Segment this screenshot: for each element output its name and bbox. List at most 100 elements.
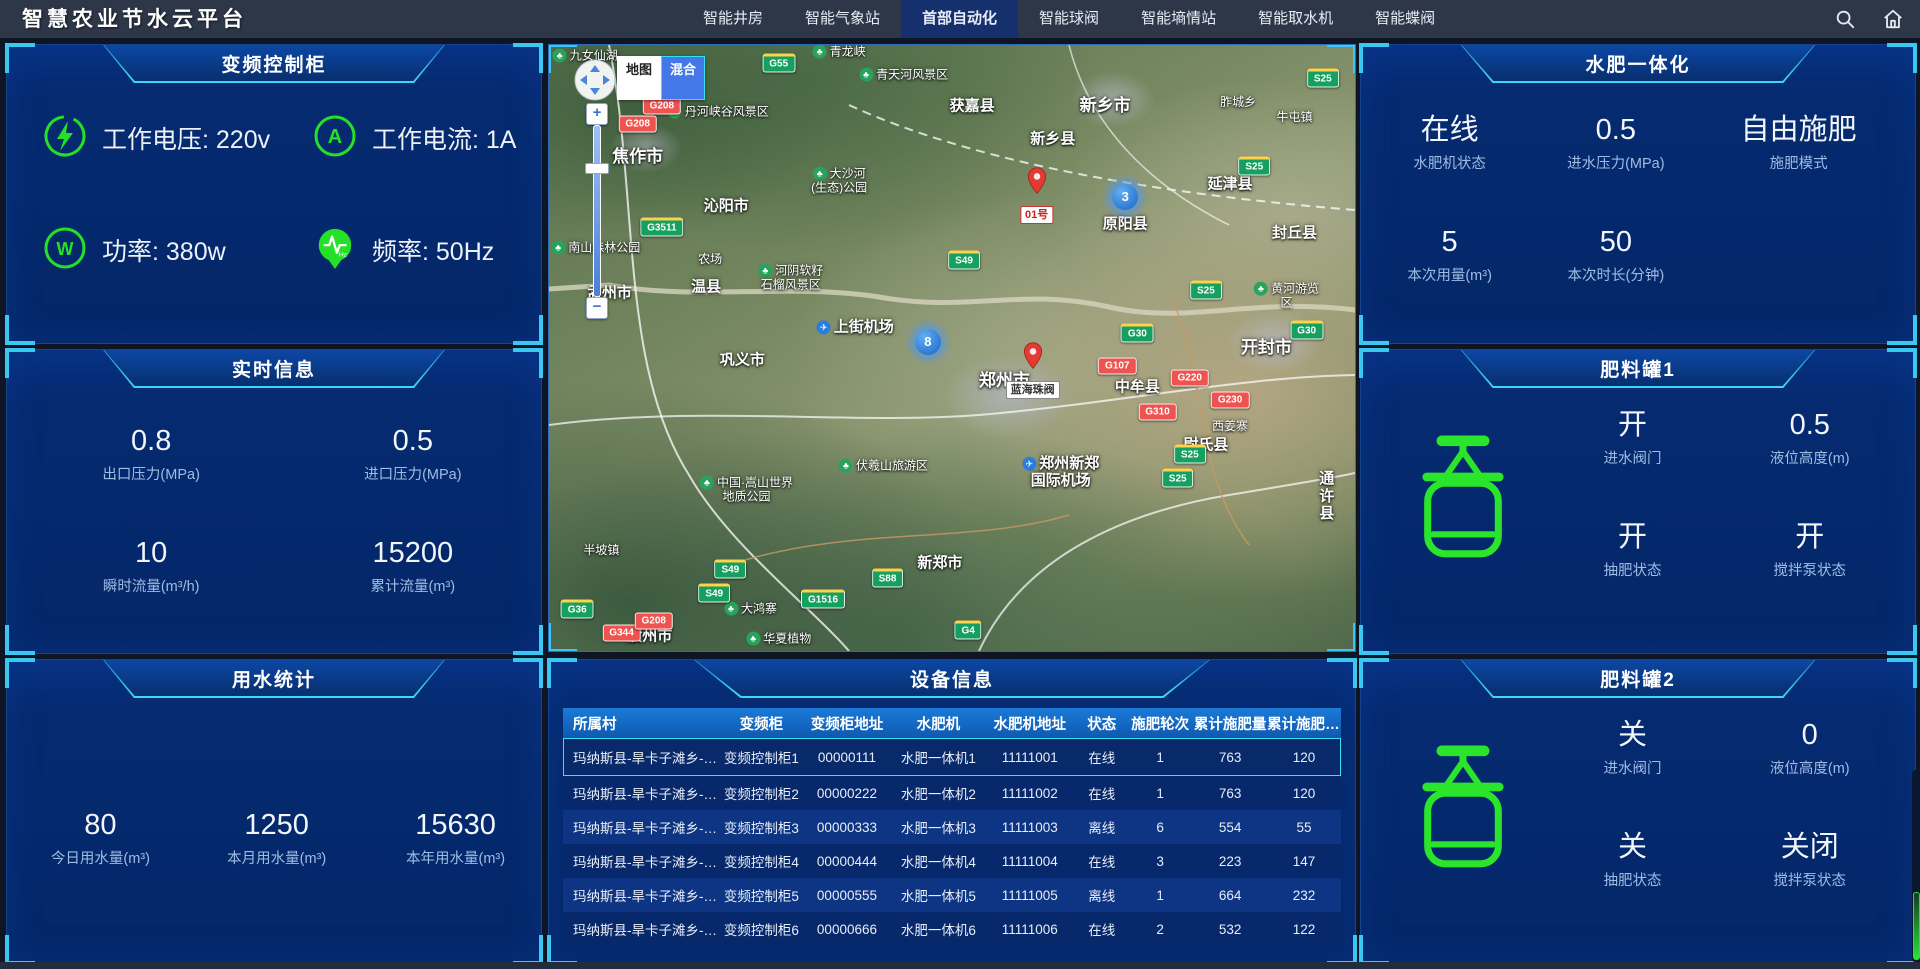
map-label-poi: 丹河峡谷风景区 (668, 104, 769, 119)
map-label-town: 牛屯镇 (1277, 111, 1313, 125)
home-icon[interactable] (1882, 8, 1904, 30)
main-menu: 智能井房 智能气象站 首部自动化 智能球阀 智能墒情站 智能取水机 智能蝶阀 (682, 0, 1456, 38)
map-label-city: 巩义市 (720, 351, 765, 368)
corner-decoration (5, 348, 543, 655)
fertigation-panel: 水肥一体化 在线水肥机状态 0.5进水压力(MPa) 自由施肥施肥模式 5本次用… (1360, 44, 1916, 344)
scrollbar[interactable] (1912, 770, 1919, 962)
panel-title: 肥料罐1 (1462, 350, 1815, 386)
fertilizer-tank-icon (1409, 432, 1517, 565)
bottom-bar (0, 962, 1920, 969)
map-type-hybrid-button[interactable]: 混合 (661, 56, 705, 100)
map-type-map-button[interactable]: 地图 (617, 56, 661, 100)
device-row[interactable]: 玛纳斯县-旱卡子滩乡-东岸...变频控制柜200000222水肥一体机21111… (563, 776, 1341, 810)
road-shield: S49 (698, 584, 730, 603)
road-shield: G230 (1211, 391, 1249, 408)
zoom-in-button[interactable]: + (586, 103, 608, 125)
stat-outlet-pressure: 0.8出口压力(MPa) (102, 426, 199, 484)
road-shield: S49 (948, 251, 980, 270)
device-row[interactable]: 玛纳斯县-旱卡子滩乡-东岸...变频控制柜300000333水肥一体机31111… (563, 810, 1341, 844)
panel-title: 肥料罐2 (1462, 660, 1815, 696)
map-label-poi: 河阴软籽 石榴风景区 (758, 264, 823, 293)
map-label-city: 原阳县 (1103, 215, 1148, 232)
pin-label: 蓝海珠阀 (1006, 381, 1060, 399)
stat-session-volume: 5本次用量(m³) (1407, 227, 1492, 285)
nav-item-head-automation[interactable]: 首部自动化 (901, 0, 1018, 38)
corner-decoration (1359, 43, 1917, 345)
nav-item-smart-well[interactable]: 智能井房 (682, 0, 784, 38)
map-label-poi: 大鸿寨 (724, 601, 777, 616)
stat-machine-status: 在线水肥机状态 (1413, 115, 1486, 173)
zoom-slider-thumb[interactable] (585, 163, 609, 174)
panel-title: 实时信息 (104, 350, 444, 386)
fertilizer-tank2-panel: 肥料罐2 关进水阀门 0液位高度(m) 关抽肥状态 关闭搅拌泵状态 (1360, 659, 1916, 964)
stat-inlet-pressure: 0.5进口压力(MPa) (364, 426, 461, 484)
road-shield: S25 (1174, 445, 1206, 464)
stat-pump-status: 开抽肥状态 (1603, 522, 1661, 580)
realtime-info-panel: 实时信息 0.8出口压力(MPa) 0.5进口压力(MPa) 10瞬时流量(m³… (6, 349, 542, 654)
road-shield: G4 (954, 620, 981, 639)
fertilizer-tank1-panel: 肥料罐1 开进水阀门 0.5液位高度(m) 开抽肥状态 开搅拌泵状态 (1360, 349, 1916, 654)
map-label-city: 温县 (691, 279, 721, 296)
road-shield: G1516 (801, 590, 845, 609)
top-nav: 智慧农业节水云平台 智能井房 智能气象站 首部自动化 智能球阀 智能墒情站 智能… (0, 0, 1920, 38)
zoom-slider-track[interactable] (593, 125, 601, 297)
map-label-city: 焦作市 (612, 147, 663, 167)
map-label-poi: 大沙河 (生态)公园 (811, 167, 867, 196)
road-shield: G208 (618, 115, 656, 132)
road-shield: S25 (1162, 469, 1194, 488)
road-shield: G220 (1171, 370, 1209, 387)
road-shield: G30 (1290, 320, 1323, 339)
map-label-poi: 伏羲山旅游区 (839, 459, 928, 474)
map-label-poi: 青龙峡 (813, 45, 866, 60)
cluster-marker[interactable]: 3 (1112, 184, 1138, 210)
map-pan-control[interactable] (573, 58, 617, 107)
nav-item-soil-moisture[interactable]: 智能墒情站 (1120, 0, 1237, 38)
panel-title: 水肥一体化 (1462, 45, 1815, 81)
map-label-airport: 郑州新郑 国际机场 (1022, 455, 1099, 490)
map-label-city: 新郑市 (917, 555, 962, 572)
map-label-city: 获嘉县 (950, 97, 995, 114)
stat-instant-flow: 10瞬时流量(m³/h) (103, 538, 200, 596)
map[interactable]: 郑州市 新乡市 开封市 焦作市 沁阳市 获嘉县 新乡县 原阳县 延津县 封丘县 … (548, 44, 1356, 652)
map-label-city: 通许县 (1313, 471, 1341, 523)
map-label-city: 开封市 (1241, 338, 1292, 358)
scrollbar-thumb[interactable] (1913, 892, 1920, 960)
zoom-out-button[interactable]: − (586, 297, 608, 319)
map-label-town: 半坡镇 (583, 544, 619, 558)
map-label-town: 胙城乡 (1220, 96, 1256, 110)
red-pin-marker[interactable] (1027, 167, 1047, 200)
device-row[interactable]: 玛纳斯县-旱卡子滩乡-东岸...变频控制柜500000555水肥一体机51111… (563, 878, 1341, 912)
road-shield: S25 (1238, 157, 1270, 176)
device-row[interactable]: 玛纳斯县-旱卡子滩乡-东岸...变频控制柜100000111水肥一体机11111… (563, 738, 1341, 776)
map-label-city: 新乡市 (1080, 96, 1131, 116)
stat-mixer-status: 关闭搅拌泵状态 (1773, 832, 1846, 890)
red-pin-marker[interactable] (1023, 342, 1043, 375)
nav-item-weather-station[interactable]: 智能气象站 (784, 0, 901, 38)
map-label-city: 封丘县 (1272, 224, 1317, 241)
nav-item-ball-valve[interactable]: 智能球阀 (1018, 0, 1120, 38)
stat-total-flow: 15200累计流量(m³) (371, 538, 456, 596)
water-usage-panel: 用水统计 80今日用水量(m³) 1250本月用水量(m³) 15630本年用水… (6, 659, 542, 964)
panel-title: 设备信息 (695, 660, 1209, 696)
fertilizer-tank-icon (1409, 742, 1517, 875)
road-shield: S88 (872, 569, 904, 588)
metric-current: A 工作电流: 1A (313, 115, 516, 161)
pin-label: 01号 (1020, 206, 1053, 224)
road-shield: G36 (561, 599, 594, 618)
nav-item-butterfly-valve[interactable]: 智能蝶阀 (1354, 0, 1456, 38)
metric-voltage: 工作电压: 220v (43, 115, 270, 161)
map-label-city: 延津县 (1208, 176, 1253, 193)
nav-item-water-intake[interactable]: 智能取水机 (1237, 0, 1354, 38)
road-shield: G55 (762, 54, 795, 73)
map-label-city: 新乡县 (1030, 130, 1075, 147)
panel-title: 用水统计 (104, 660, 444, 696)
map-label-poi: 青天河风景区 (859, 68, 948, 83)
cluster-marker[interactable]: 8 (915, 329, 941, 355)
road-shield: S25 (1307, 69, 1339, 88)
search-icon[interactable] (1834, 8, 1856, 30)
device-row[interactable]: 玛纳斯县-旱卡子滩乡-东岸...变频控制柜400000444水肥一体机41111… (563, 844, 1341, 878)
stat-session-duration: 50本次时长(分钟) (1567, 227, 1664, 285)
stat-year-usage: 15630本年用水量(m³) (406, 810, 505, 868)
frequency-icon: Hz (313, 226, 357, 275)
device-row[interactable]: 玛纳斯县-旱卡子滩乡-东岸...变频控制柜600000666水肥一体机61111… (563, 912, 1341, 946)
